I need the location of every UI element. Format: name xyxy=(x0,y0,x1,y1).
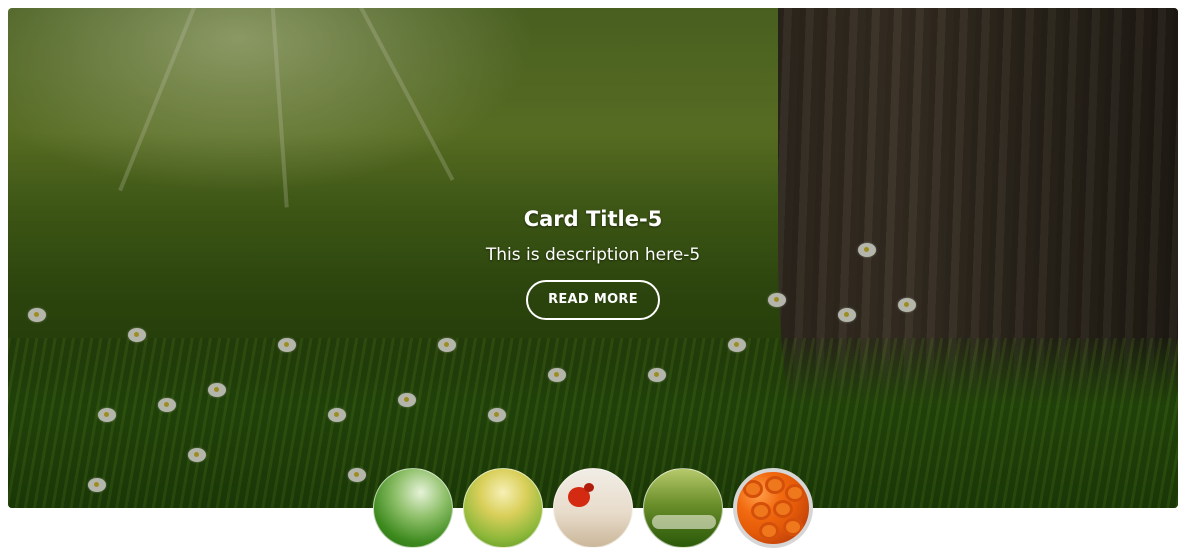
rose-image xyxy=(765,476,785,494)
rose-image xyxy=(759,522,779,540)
hero-slide: Card Title-5 This is description here-5 … xyxy=(8,8,1178,508)
white-flowers-image xyxy=(652,515,716,529)
rose-image xyxy=(785,484,805,502)
rose-image xyxy=(743,480,763,498)
thumbnail-yellow-field[interactable] xyxy=(463,468,543,548)
thumbnail-grass[interactable] xyxy=(373,468,453,548)
rose-image xyxy=(783,518,803,536)
thumbnail-poppy[interactable] xyxy=(553,468,633,548)
poppy-flower-image xyxy=(584,483,594,492)
rose-image xyxy=(751,502,771,520)
card-description: This is description here-5 xyxy=(485,245,701,265)
slide-caption: Card Title-5 This is description here-5 … xyxy=(8,204,1178,320)
thumbnail-roses-active[interactable] xyxy=(733,468,813,548)
read-more-button[interactable]: READ MORE xyxy=(526,280,660,320)
rose-image xyxy=(773,500,793,518)
card-title: Card Title-5 xyxy=(523,207,663,231)
thumbnail-navigation xyxy=(373,468,813,550)
thumbnail-meadow[interactable] xyxy=(643,468,723,548)
